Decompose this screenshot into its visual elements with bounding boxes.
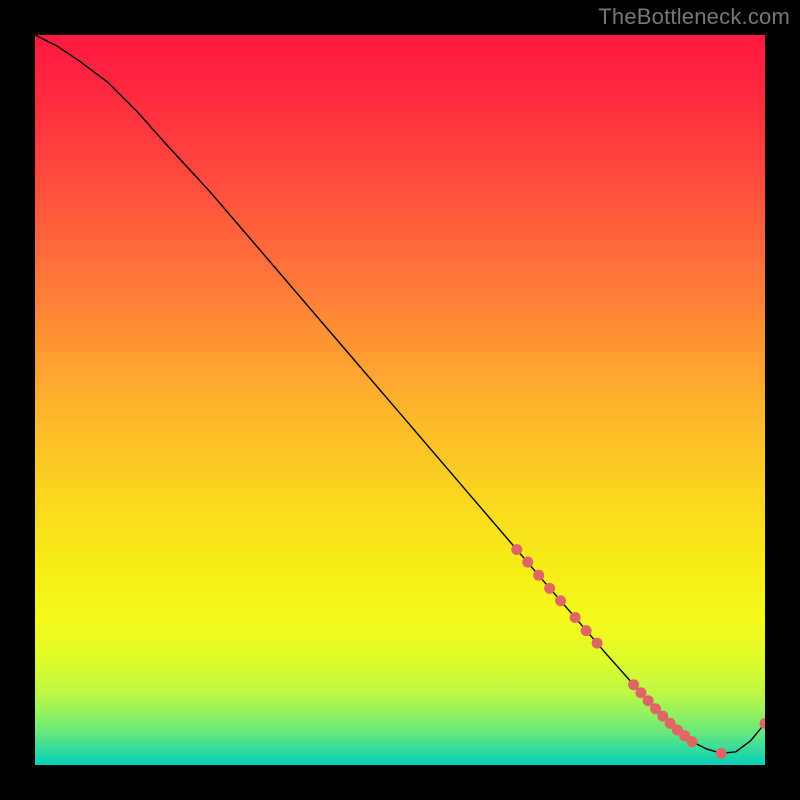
- heatmap-background: [35, 35, 765, 765]
- plot-area: [35, 35, 765, 765]
- chart-container: TheBottleneck.com: [0, 0, 800, 800]
- data-point: [687, 736, 698, 747]
- watermark-text: TheBottleneck.com: [598, 4, 790, 30]
- data-point: [592, 638, 603, 649]
- data-point: [522, 557, 533, 568]
- data-point: [570, 612, 581, 623]
- data-point: [581, 625, 592, 636]
- data-point: [716, 748, 727, 759]
- data-point: [555, 595, 566, 606]
- chart-svg: [35, 35, 765, 765]
- data-point: [533, 570, 544, 581]
- data-point: [544, 583, 555, 594]
- data-point: [511, 544, 522, 555]
